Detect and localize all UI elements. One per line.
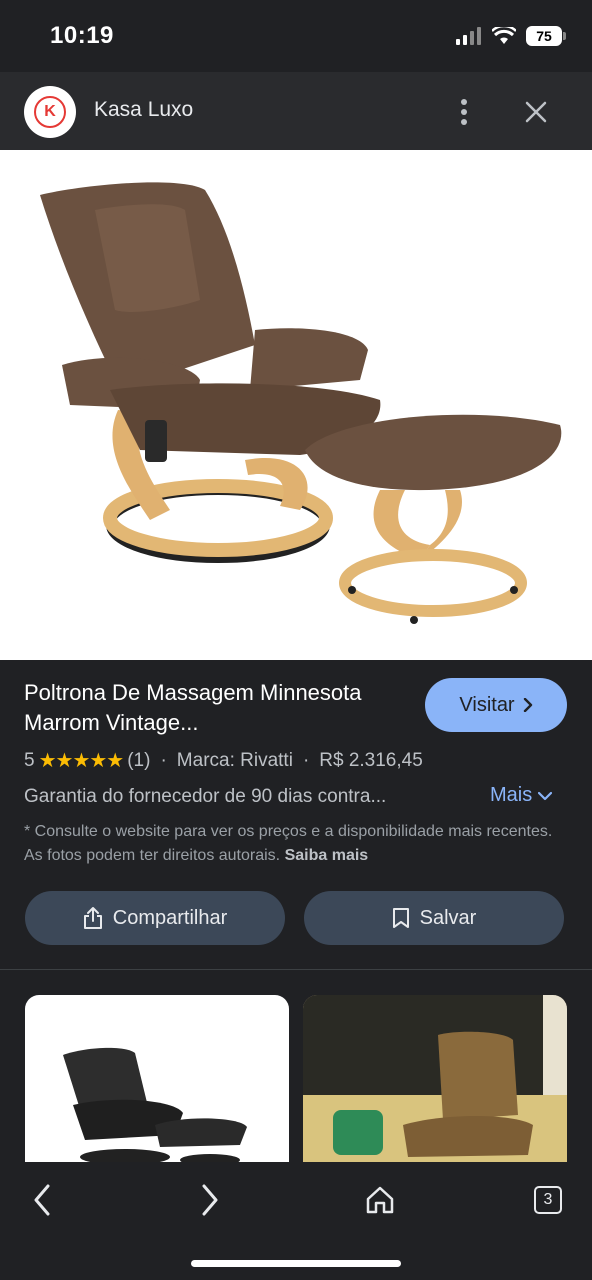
learn-more-link[interactable]: Saiba mais xyxy=(285,847,369,864)
more-button[interactable]: Mais xyxy=(490,784,553,807)
back-button[interactable] xyxy=(18,1176,66,1224)
share-button[interactable]: Compartilhar xyxy=(25,891,285,945)
home-indicator xyxy=(191,1260,401,1267)
more-options-button[interactable] xyxy=(448,94,480,130)
share-icon xyxy=(83,907,102,929)
k-logo-icon: K xyxy=(34,96,66,128)
separator-dot: · xyxy=(302,749,310,771)
chevron-right-icon xyxy=(523,698,532,712)
signal-icon xyxy=(456,27,481,45)
wifi-icon xyxy=(492,27,516,44)
more-label: Mais xyxy=(490,784,533,806)
related-image[interactable] xyxy=(25,995,289,1165)
warranty-text: Garantia do fornecedor de 90 dias contra… xyxy=(24,786,387,807)
tab-count: 3 xyxy=(543,1191,553,1208)
related-image[interactable] xyxy=(303,995,567,1165)
brand: Marca: Rivatti xyxy=(176,749,293,771)
office-recliner-illustration xyxy=(303,995,567,1165)
battery-indicator: 75 xyxy=(526,26,566,46)
visit-label: Visitar xyxy=(459,693,515,716)
rating-value: 5 xyxy=(24,749,35,771)
price: R$ 2.316,45 xyxy=(319,749,423,771)
save-button[interactable]: Salvar xyxy=(304,891,564,945)
home-icon xyxy=(366,1186,394,1214)
product-title[interactable]: Poltrona De Massagem Minnesota Marrom Vi… xyxy=(24,678,404,738)
home-button[interactable] xyxy=(356,1176,404,1224)
site-logo[interactable]: K xyxy=(24,86,76,138)
tabs-button[interactable]: 3 xyxy=(524,1176,572,1224)
disclaimer: * Consulte o website para ver os preços … xyxy=(24,820,564,868)
product-meta: 5 ★★★★★ (1) · Marca: Rivatti · R$ 2.316,… xyxy=(24,748,423,773)
more-vert-icon xyxy=(461,99,467,125)
tabs-icon: 3 xyxy=(534,1186,562,1214)
back-icon xyxy=(34,1184,50,1216)
status-icons: 75 xyxy=(456,26,566,46)
site-name[interactable]: Kasa Luxo xyxy=(94,98,193,122)
divider xyxy=(0,969,592,970)
bookmark-icon xyxy=(392,908,409,928)
status-bar: 10:19 75 xyxy=(0,0,592,72)
recliner-chair-illustration xyxy=(40,182,562,624)
review-count: (1) xyxy=(127,749,151,771)
product-image[interactable] xyxy=(0,150,592,660)
close-icon xyxy=(525,101,547,123)
share-label: Compartilhar xyxy=(112,906,228,929)
battery-level: 75 xyxy=(536,28,552,44)
save-label: Salvar xyxy=(419,906,477,929)
visit-button[interactable]: Visitar xyxy=(425,678,567,732)
close-button[interactable] xyxy=(518,94,554,130)
source-header: K Kasa Luxo xyxy=(0,72,592,150)
status-time: 10:19 xyxy=(50,22,114,49)
chevron-down-icon xyxy=(538,791,553,800)
black-recliner-illustration xyxy=(63,1047,247,1165)
forward-button[interactable] xyxy=(186,1176,234,1224)
forward-icon xyxy=(202,1184,218,1216)
separator-dot: · xyxy=(160,749,167,771)
rating-stars: ★★★★★ xyxy=(38,750,125,772)
